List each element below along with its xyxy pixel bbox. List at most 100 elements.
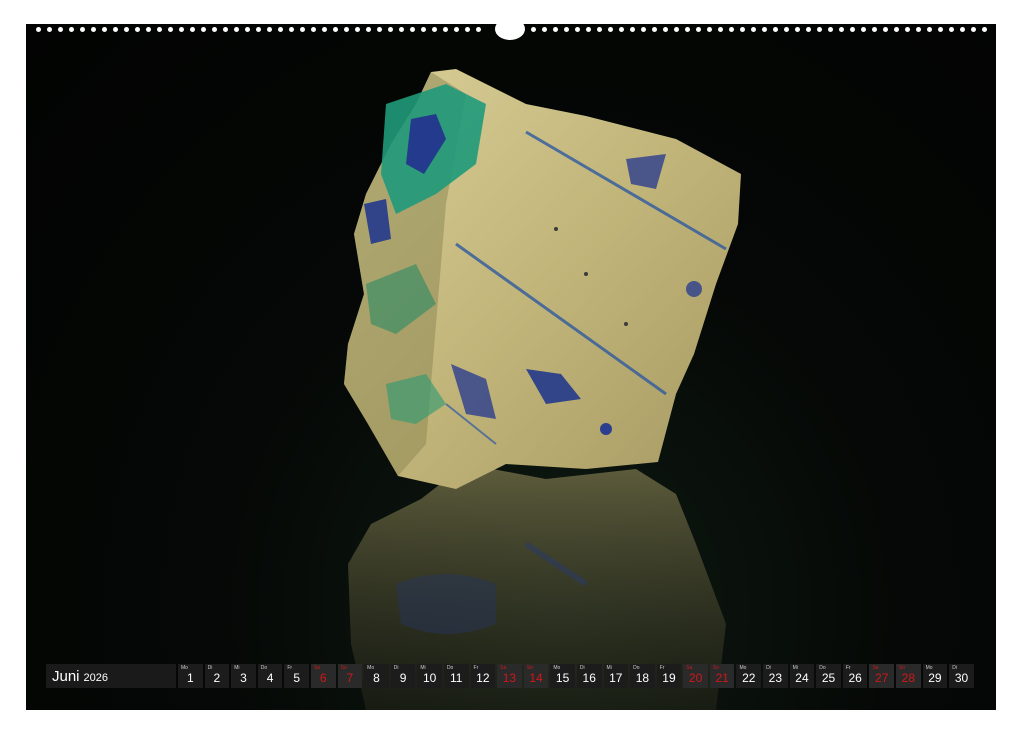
binding-hole bbox=[696, 27, 701, 32]
binding-hole bbox=[828, 27, 833, 32]
day-number: 8 bbox=[373, 671, 380, 685]
binding-hole bbox=[564, 27, 569, 32]
day-cell: Di 23 bbox=[763, 664, 788, 688]
binding-hole bbox=[245, 27, 250, 32]
binding-hole bbox=[179, 27, 184, 32]
binding-hole bbox=[883, 27, 888, 32]
binding-hole bbox=[751, 27, 756, 32]
binding-hole bbox=[91, 27, 96, 32]
day-number: 16 bbox=[582, 671, 596, 685]
day-number: 21 bbox=[715, 671, 729, 685]
day-cell: Di 30 bbox=[949, 664, 974, 688]
day-cell: So 28 bbox=[896, 664, 921, 688]
binding-hole bbox=[652, 27, 657, 32]
day-number: 6 bbox=[319, 671, 327, 685]
binding-hole bbox=[377, 27, 382, 32]
day-number: 15 bbox=[555, 671, 570, 685]
binding-hole bbox=[47, 27, 52, 32]
binding-hole bbox=[278, 27, 283, 32]
mineral-illustration bbox=[344, 69, 741, 710]
day-cell: Mo 8 bbox=[364, 664, 389, 688]
binding-hole bbox=[685, 27, 690, 32]
binding-hole bbox=[729, 27, 734, 32]
day-cell: Mo 29 bbox=[922, 664, 948, 688]
year-label: 2026 bbox=[83, 671, 109, 684]
binding-hole bbox=[927, 27, 932, 32]
binding-hole bbox=[553, 27, 558, 32]
day-number: 9 bbox=[399, 671, 407, 685]
binding-hole bbox=[916, 27, 921, 32]
binding-hole bbox=[256, 27, 261, 32]
binding-hole bbox=[839, 27, 844, 32]
binding-hole bbox=[432, 27, 437, 32]
binding-hole bbox=[586, 27, 591, 32]
binding-hole bbox=[135, 27, 140, 32]
binding-hole bbox=[718, 27, 723, 32]
day-number: 27 bbox=[875, 671, 889, 685]
binding-hole bbox=[311, 27, 316, 32]
binding-hole bbox=[663, 27, 668, 32]
binding-hole bbox=[443, 27, 448, 32]
day-cell: Mo 15 bbox=[550, 664, 575, 688]
day-cell: Do 11 bbox=[443, 664, 469, 688]
binding-hole bbox=[333, 27, 338, 32]
day-number: 18 bbox=[635, 671, 650, 685]
day-cell: Mo 22 bbox=[736, 664, 762, 688]
day-cell: Do 4 bbox=[257, 664, 283, 688]
day-number: 23 bbox=[768, 671, 783, 685]
hanger-hole bbox=[495, 18, 525, 40]
day-cell: Sa 20 bbox=[683, 664, 708, 688]
day-cell: Fr 5 bbox=[284, 664, 309, 688]
binding-hole bbox=[542, 27, 547, 32]
day-number: 10 bbox=[422, 671, 437, 685]
binding-hole bbox=[58, 27, 63, 32]
day-cell: Mi 10 bbox=[417, 664, 442, 688]
binding-hole bbox=[212, 27, 217, 32]
day-cell: Fr 12 bbox=[470, 664, 496, 688]
binding-hole bbox=[905, 27, 910, 32]
day-number: 19 bbox=[662, 671, 676, 685]
binding-hole bbox=[454, 27, 459, 32]
day-number: 30 bbox=[954, 671, 969, 685]
day-number: 4 bbox=[266, 671, 274, 685]
binding-hole bbox=[894, 27, 899, 32]
day-cell: Mo 1 bbox=[178, 664, 203, 688]
mineral-photo bbox=[26, 24, 996, 710]
binding-hole bbox=[168, 27, 173, 32]
binding-hole bbox=[861, 27, 866, 32]
binding-hole bbox=[971, 27, 976, 32]
binding-hole bbox=[476, 27, 481, 32]
binding-hole bbox=[366, 27, 371, 32]
day-number: 11 bbox=[450, 671, 463, 685]
binding-hole bbox=[817, 27, 822, 32]
month-label: Juni 2026 bbox=[46, 664, 176, 688]
day-cell: Di 2 bbox=[204, 664, 230, 688]
binding-hole bbox=[597, 27, 602, 32]
binding-hole bbox=[355, 27, 360, 32]
binding-hole bbox=[740, 27, 745, 32]
day-number: 28 bbox=[901, 671, 915, 685]
day-number: 20 bbox=[688, 671, 703, 685]
binding-hole bbox=[608, 27, 613, 32]
binding-hole bbox=[190, 27, 195, 32]
binding-hole bbox=[322, 27, 327, 32]
binding-hole bbox=[124, 27, 129, 32]
binding-hole bbox=[960, 27, 965, 32]
day-cell: Do 18 bbox=[630, 664, 655, 688]
day-number: 3 bbox=[240, 671, 247, 685]
binding-hole bbox=[619, 27, 624, 32]
day-number: 13 bbox=[502, 671, 517, 685]
day-cell: Sa 6 bbox=[310, 664, 336, 688]
binding-hole bbox=[80, 27, 85, 32]
binding-hole bbox=[872, 27, 877, 32]
binding-hole bbox=[784, 27, 789, 32]
day-number: 25 bbox=[821, 671, 836, 685]
day-cell: Fr 19 bbox=[656, 664, 682, 688]
binding-hole bbox=[982, 27, 987, 32]
binding-hole bbox=[36, 27, 41, 32]
binding-hole bbox=[223, 27, 228, 32]
binding-hole bbox=[399, 27, 404, 32]
binding-hole bbox=[267, 27, 272, 32]
day-cell: Fr 26 bbox=[842, 664, 868, 688]
binding-hole bbox=[388, 27, 393, 32]
